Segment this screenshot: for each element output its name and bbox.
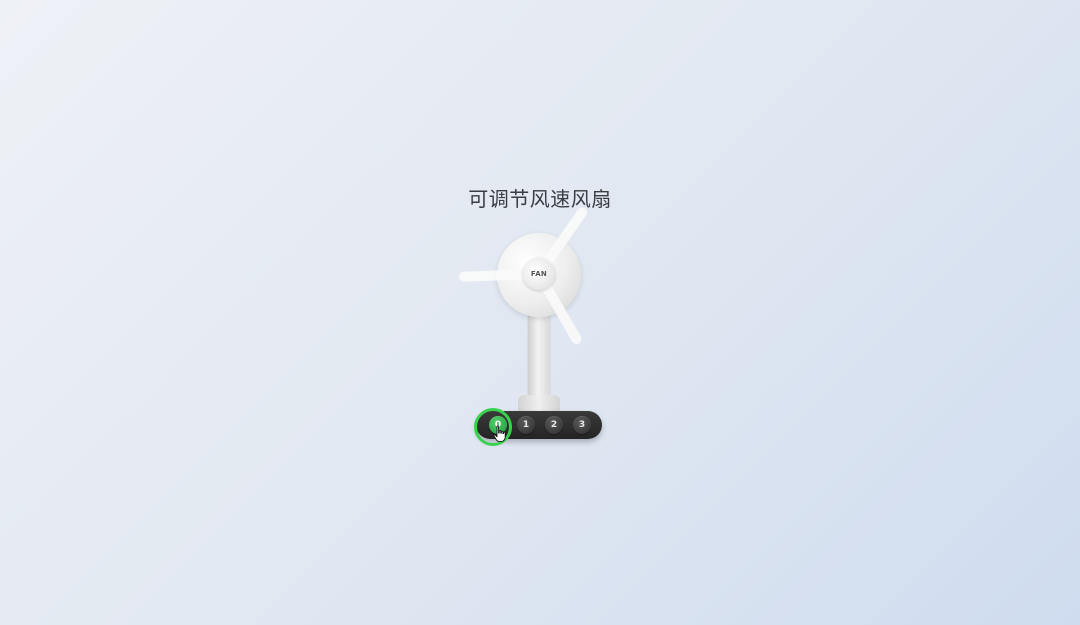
speed-button-1[interactable]: 1 — [517, 416, 535, 434]
fan-hub: FAN — [523, 258, 555, 290]
speed-button-3[interactable]: 3 — [573, 416, 591, 434]
speed-button-0[interactable]: 0 — [489, 416, 507, 434]
speed-button-2[interactable]: 2 — [545, 416, 563, 434]
fan-blades-icon — [459, 207, 588, 344]
fan-widget: FAN 0 1 2 3 — [440, 195, 640, 465]
speed-control-panel: 0 1 2 3 — [476, 411, 602, 439]
fan-brand-label: FAN — [530, 270, 548, 278]
